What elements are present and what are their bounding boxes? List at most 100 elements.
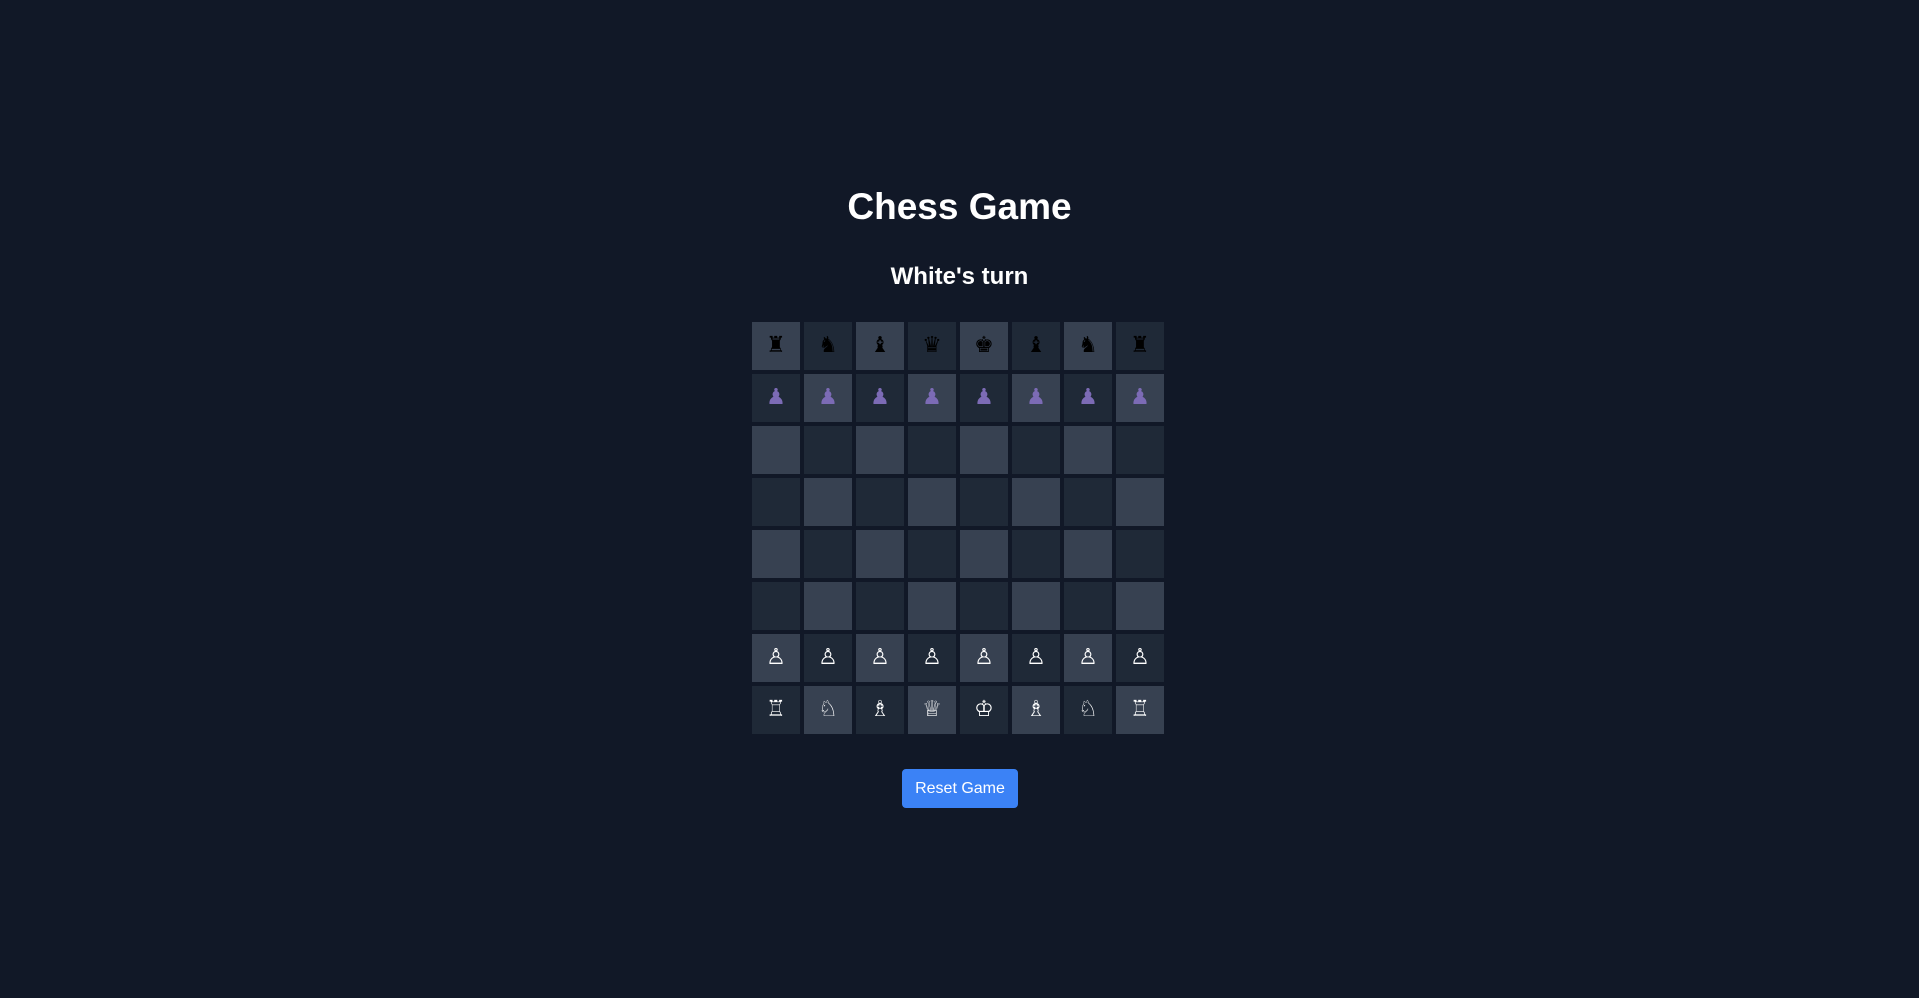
square-b5[interactable]	[804, 478, 852, 526]
white-knight-icon[interactable]: ♘	[818, 699, 838, 721]
square-f1[interactable]: ♗	[1012, 686, 1060, 734]
square-c7[interactable]: ♟	[856, 374, 904, 422]
square-e3[interactable]	[960, 582, 1008, 630]
black-pawn-icon[interactable]: ♟	[870, 387, 890, 409]
black-pawn-icon[interactable]: ♟	[1078, 387, 1098, 409]
square-a1[interactable]: ♖	[752, 686, 800, 734]
white-pawn-icon[interactable]: ♙	[818, 647, 838, 669]
square-a8[interactable]: ♜	[752, 322, 800, 370]
square-b2[interactable]: ♙	[804, 634, 852, 682]
square-f6[interactable]	[1012, 426, 1060, 474]
white-pawn-icon[interactable]: ♙	[922, 647, 942, 669]
square-a2[interactable]: ♙	[752, 634, 800, 682]
square-g2[interactable]: ♙	[1064, 634, 1112, 682]
black-queen-icon[interactable]: ♛	[922, 335, 942, 357]
square-g1[interactable]: ♘	[1064, 686, 1112, 734]
black-pawn-icon[interactable]: ♟	[974, 387, 994, 409]
black-bishop-icon[interactable]: ♝	[1026, 335, 1046, 357]
square-b6[interactable]	[804, 426, 852, 474]
square-h7[interactable]: ♟	[1116, 374, 1164, 422]
white-pawn-icon[interactable]: ♙	[1078, 647, 1098, 669]
white-pawn-icon[interactable]: ♙	[870, 647, 890, 669]
reset-game-button[interactable]: Reset Game	[902, 769, 1018, 808]
square-c1[interactable]: ♗	[856, 686, 904, 734]
white-rook-icon[interactable]: ♖	[766, 699, 786, 721]
square-f2[interactable]: ♙	[1012, 634, 1060, 682]
square-d8[interactable]: ♛	[908, 322, 956, 370]
turn-status: White's turn	[890, 263, 1029, 290]
square-g5[interactable]	[1064, 478, 1112, 526]
black-knight-icon[interactable]: ♞	[818, 335, 838, 357]
square-d3[interactable]	[908, 582, 956, 630]
square-b3[interactable]	[804, 582, 852, 630]
black-pawn-icon[interactable]: ♟	[1026, 387, 1046, 409]
square-h6[interactable]	[1116, 426, 1164, 474]
square-d6[interactable]	[908, 426, 956, 474]
square-a4[interactable]	[752, 530, 800, 578]
white-bishop-icon[interactable]: ♗	[870, 699, 890, 721]
square-b4[interactable]	[804, 530, 852, 578]
black-bishop-icon[interactable]: ♝	[870, 335, 890, 357]
square-d4[interactable]	[908, 530, 956, 578]
white-king-icon[interactable]: ♔	[974, 699, 994, 721]
square-e1[interactable]: ♔	[960, 686, 1008, 734]
square-f8[interactable]: ♝	[1012, 322, 1060, 370]
square-h5[interactable]	[1116, 478, 1164, 526]
white-rook-icon[interactable]: ♖	[1130, 699, 1150, 721]
square-c4[interactable]	[856, 530, 904, 578]
black-king-icon[interactable]: ♚	[974, 335, 994, 357]
square-f5[interactable]	[1012, 478, 1060, 526]
square-d1[interactable]: ♕	[908, 686, 956, 734]
black-pawn-icon[interactable]: ♟	[766, 387, 786, 409]
white-pawn-icon[interactable]: ♙	[766, 647, 786, 669]
square-a7[interactable]: ♟	[752, 374, 800, 422]
black-pawn-icon[interactable]: ♟	[1130, 387, 1150, 409]
square-b1[interactable]: ♘	[804, 686, 852, 734]
square-a3[interactable]	[752, 582, 800, 630]
square-b7[interactable]: ♟	[804, 374, 852, 422]
square-g4[interactable]	[1064, 530, 1112, 578]
square-f3[interactable]	[1012, 582, 1060, 630]
square-a5[interactable]	[752, 478, 800, 526]
square-g6[interactable]	[1064, 426, 1112, 474]
square-e8[interactable]: ♚	[960, 322, 1008, 370]
page-title: Chess Game	[847, 186, 1072, 227]
square-c8[interactable]: ♝	[856, 322, 904, 370]
square-e6[interactable]	[960, 426, 1008, 474]
square-g8[interactable]: ♞	[1064, 322, 1112, 370]
white-bishop-icon[interactable]: ♗	[1026, 699, 1046, 721]
black-knight-icon[interactable]: ♞	[1078, 335, 1098, 357]
square-d5[interactable]	[908, 478, 956, 526]
square-g7[interactable]: ♟	[1064, 374, 1112, 422]
white-knight-icon[interactable]: ♘	[1078, 699, 1098, 721]
square-c6[interactable]	[856, 426, 904, 474]
square-h2[interactable]: ♙	[1116, 634, 1164, 682]
square-a6[interactable]	[752, 426, 800, 474]
white-queen-icon[interactable]: ♕	[922, 699, 942, 721]
square-d7[interactable]: ♟	[908, 374, 956, 422]
square-e7[interactable]: ♟	[960, 374, 1008, 422]
black-rook-icon[interactable]: ♜	[766, 335, 786, 357]
square-c3[interactable]	[856, 582, 904, 630]
black-pawn-icon[interactable]: ♟	[818, 387, 838, 409]
square-h4[interactable]	[1116, 530, 1164, 578]
white-pawn-icon[interactable]: ♙	[974, 647, 994, 669]
square-f7[interactable]: ♟	[1012, 374, 1060, 422]
square-e4[interactable]	[960, 530, 1008, 578]
black-pawn-icon[interactable]: ♟	[922, 387, 942, 409]
square-d2[interactable]: ♙	[908, 634, 956, 682]
black-rook-icon[interactable]: ♜	[1130, 335, 1150, 357]
square-e5[interactable]	[960, 478, 1008, 526]
square-b8[interactable]: ♞	[804, 322, 852, 370]
square-h3[interactable]	[1116, 582, 1164, 630]
square-c5[interactable]	[856, 478, 904, 526]
square-h1[interactable]: ♖	[1116, 686, 1164, 734]
white-pawn-icon[interactable]: ♙	[1026, 647, 1046, 669]
square-f4[interactable]	[1012, 530, 1060, 578]
square-e2[interactable]: ♙	[960, 634, 1008, 682]
white-pawn-icon[interactable]: ♙	[1130, 647, 1150, 669]
square-h8[interactable]: ♜	[1116, 322, 1164, 370]
square-g3[interactable]	[1064, 582, 1112, 630]
chess-game-page: Chess Game White's turn ♜ ♞ ♝ ♛ ♚ ♝ ♞ ♜ ♟ ♟ ♟ ♟ ♟ ♟ ♟ ♟…	[0, 0, 1919, 998]
square-c2[interactable]: ♙	[856, 634, 904, 682]
